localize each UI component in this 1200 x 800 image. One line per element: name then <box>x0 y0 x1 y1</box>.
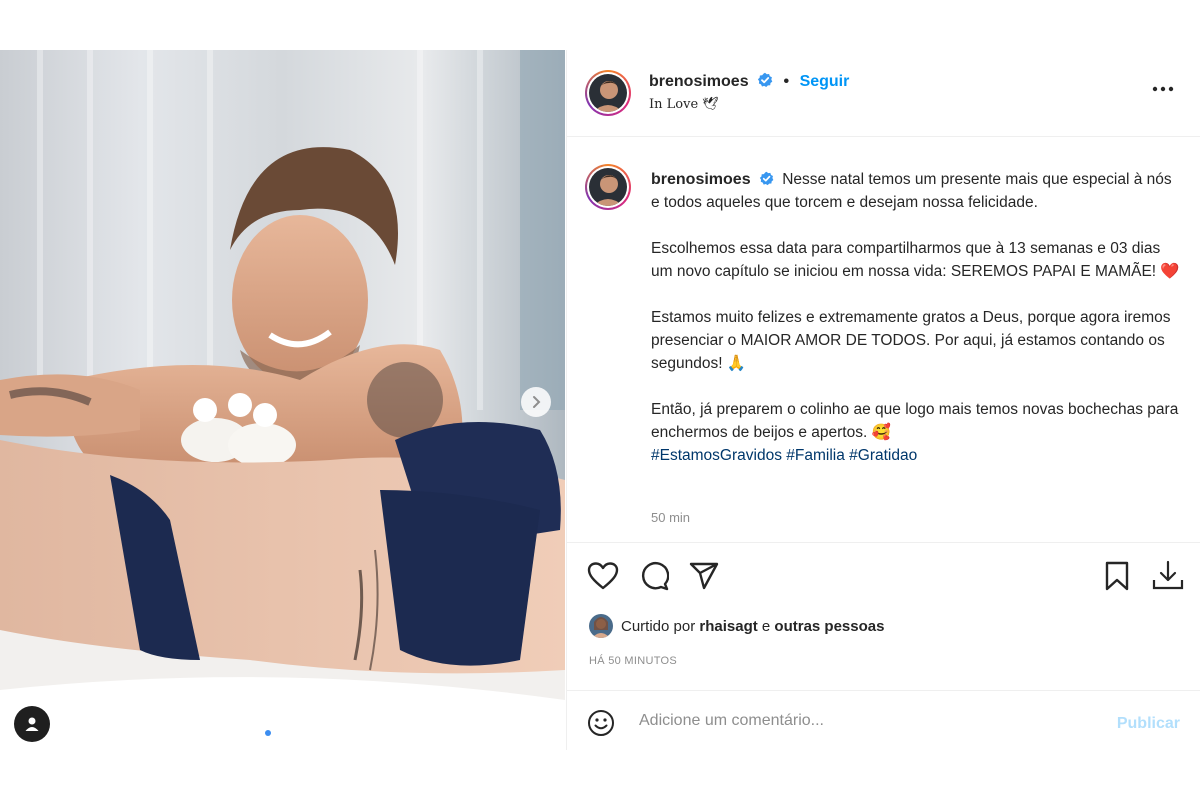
author-avatar[interactable] <box>585 70 631 116</box>
action-bar <box>567 544 1200 610</box>
user-tag-icon <box>25 717 39 731</box>
avatar-image <box>589 168 627 206</box>
hashtag-link[interactable]: #Familia <box>786 447 845 464</box>
follow-button[interactable]: Seguir <box>800 73 850 90</box>
hashtag-link[interactable]: #EstamosGravidos <box>651 447 782 464</box>
pray-emoji: 🙏 <box>726 355 747 372</box>
post-image <box>0 50 565 750</box>
post-photo[interactable] <box>0 50 565 750</box>
post-details-panel: brenosimoes • Seguir In Love 🕊 brenosimo… <box>566 50 1200 750</box>
post-timestamp: HÁ 50 MINUTOS <box>589 655 678 667</box>
likes-summary: Curtido por rhaisagt e outras pessoas <box>589 614 884 638</box>
instagram-post: brenosimoes • Seguir In Love 🕊 brenosimo… <box>0 50 1200 750</box>
smiling-hearts-emoji: 🥰 <box>871 424 891 441</box>
more-options-icon[interactable] <box>1152 86 1174 92</box>
chevron-right-icon <box>533 396 541 408</box>
caption-timestamp: 50 min <box>651 510 691 525</box>
avatar-image <box>589 614 613 638</box>
comment-input[interactable] <box>637 705 1101 737</box>
post-location[interactable]: In Love 🕊 <box>649 97 849 112</box>
others-link[interactable]: outras pessoas <box>774 618 884 635</box>
verified-badge-icon <box>759 171 774 186</box>
caption-paragraph: Escolhemos essa data para compartilharmo… <box>651 240 1161 280</box>
send-icon[interactable] <box>689 561 719 591</box>
comment-form: Publicar <box>567 690 1200 750</box>
carousel-dot <box>265 730 271 736</box>
caption-paragraph: Então, já preparem o colinho ae que logo… <box>651 401 1179 441</box>
caption-section: brenosimoes Nesse natal temos um present… <box>567 138 1200 543</box>
caption-username[interactable]: brenosimoes <box>651 171 751 188</box>
download-icon[interactable] <box>1151 558 1185 592</box>
verified-badge-icon <box>757 72 773 87</box>
likes-prefix: Curtido por <box>621 617 696 635</box>
author-info: brenosimoes • Seguir In Love 🕊 <box>649 72 849 112</box>
heart-icon[interactable] <box>587 561 619 591</box>
publish-button[interactable]: Publicar <box>1117 715 1180 733</box>
likes-connector: e <box>761 617 771 635</box>
avatar-image <box>589 74 627 112</box>
post-caption: brenosimoes Nesse natal temos um present… <box>651 168 1181 467</box>
carousel-dot <box>285 730 291 736</box>
bookmark-icon[interactable] <box>1103 561 1131 591</box>
liker-avatar[interactable] <box>589 614 613 638</box>
caption-author-avatar[interactable] <box>585 164 631 210</box>
smiley-icon[interactable] <box>587 709 615 737</box>
comment-icon[interactable] <box>639 561 669 591</box>
post-header: brenosimoes • Seguir In Love 🕊 <box>567 50 1200 137</box>
separator-dot: • <box>783 73 790 90</box>
tagged-users-button[interactable] <box>14 706 50 742</box>
carousel-next-button[interactable] <box>521 387 551 417</box>
hashtag-link[interactable]: #Gratidao <box>849 447 917 464</box>
carousel-indicator <box>265 730 291 736</box>
liker-username[interactable]: rhaisagt <box>699 618 757 635</box>
author-username[interactable]: brenosimoes <box>649 73 749 90</box>
heart-emoji: ❤️ <box>1160 263 1180 280</box>
carousel-dot <box>275 730 281 736</box>
